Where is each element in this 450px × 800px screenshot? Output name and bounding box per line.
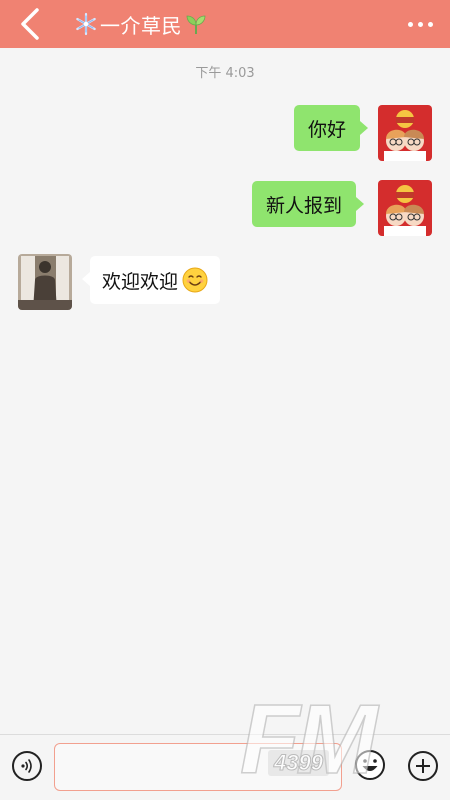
chat-title: 一介草民 <box>74 0 208 48</box>
more-actions-button[interactable] <box>408 751 438 781</box>
chat-header: 一介草民 <box>0 0 450 48</box>
dot-icon <box>427 21 433 27</box>
message-text: 欢迎欢迎 <box>102 270 179 293</box>
message-text-input[interactable] <box>54 743 342 791</box>
message-timestamp: 下午 4:03 <box>195 66 255 81</box>
emoji-button[interactable] <box>354 749 386 781</box>
emoji-face-icon <box>355 750 385 780</box>
outgoing-message-bubble[interactable]: 新人报到 <box>252 181 365 227</box>
back-arrow-icon <box>21 8 39 40</box>
message-text: 你好 <box>308 118 347 141</box>
dot-icon <box>417 21 423 27</box>
plus-icon <box>416 759 430 773</box>
incoming-message-bubble[interactable]: 欢迎欢迎 <box>81 256 221 304</box>
voice-icon <box>21 759 32 773</box>
voice-input-button[interactable] <box>12 751 42 781</box>
my-avatar[interactable] <box>378 180 432 236</box>
message-input-bar <box>0 734 450 800</box>
contact-avatar[interactable] <box>18 254 72 310</box>
message-text: 新人报到 <box>266 194 343 217</box>
sprout-icon <box>186 15 206 34</box>
chat-title-text: 一介草民 <box>100 13 182 38</box>
snowflake-icon <box>76 12 96 36</box>
more-options-button[interactable] <box>400 6 440 42</box>
back-button[interactable] <box>10 4 50 44</box>
my-avatar[interactable] <box>378 105 432 161</box>
chat-screen: 一介草民 下午 4:03 你好 新人报到 欢迎欢迎 FM 4399 <box>0 0 450 800</box>
dot-icon <box>407 21 413 27</box>
smiling-face-emoji <box>182 267 208 293</box>
person-silhouette-avatar-image <box>18 254 72 310</box>
couple-avatar-image <box>378 180 432 236</box>
outgoing-message-bubble[interactable]: 你好 <box>294 105 369 151</box>
couple-avatar-image <box>378 105 432 161</box>
